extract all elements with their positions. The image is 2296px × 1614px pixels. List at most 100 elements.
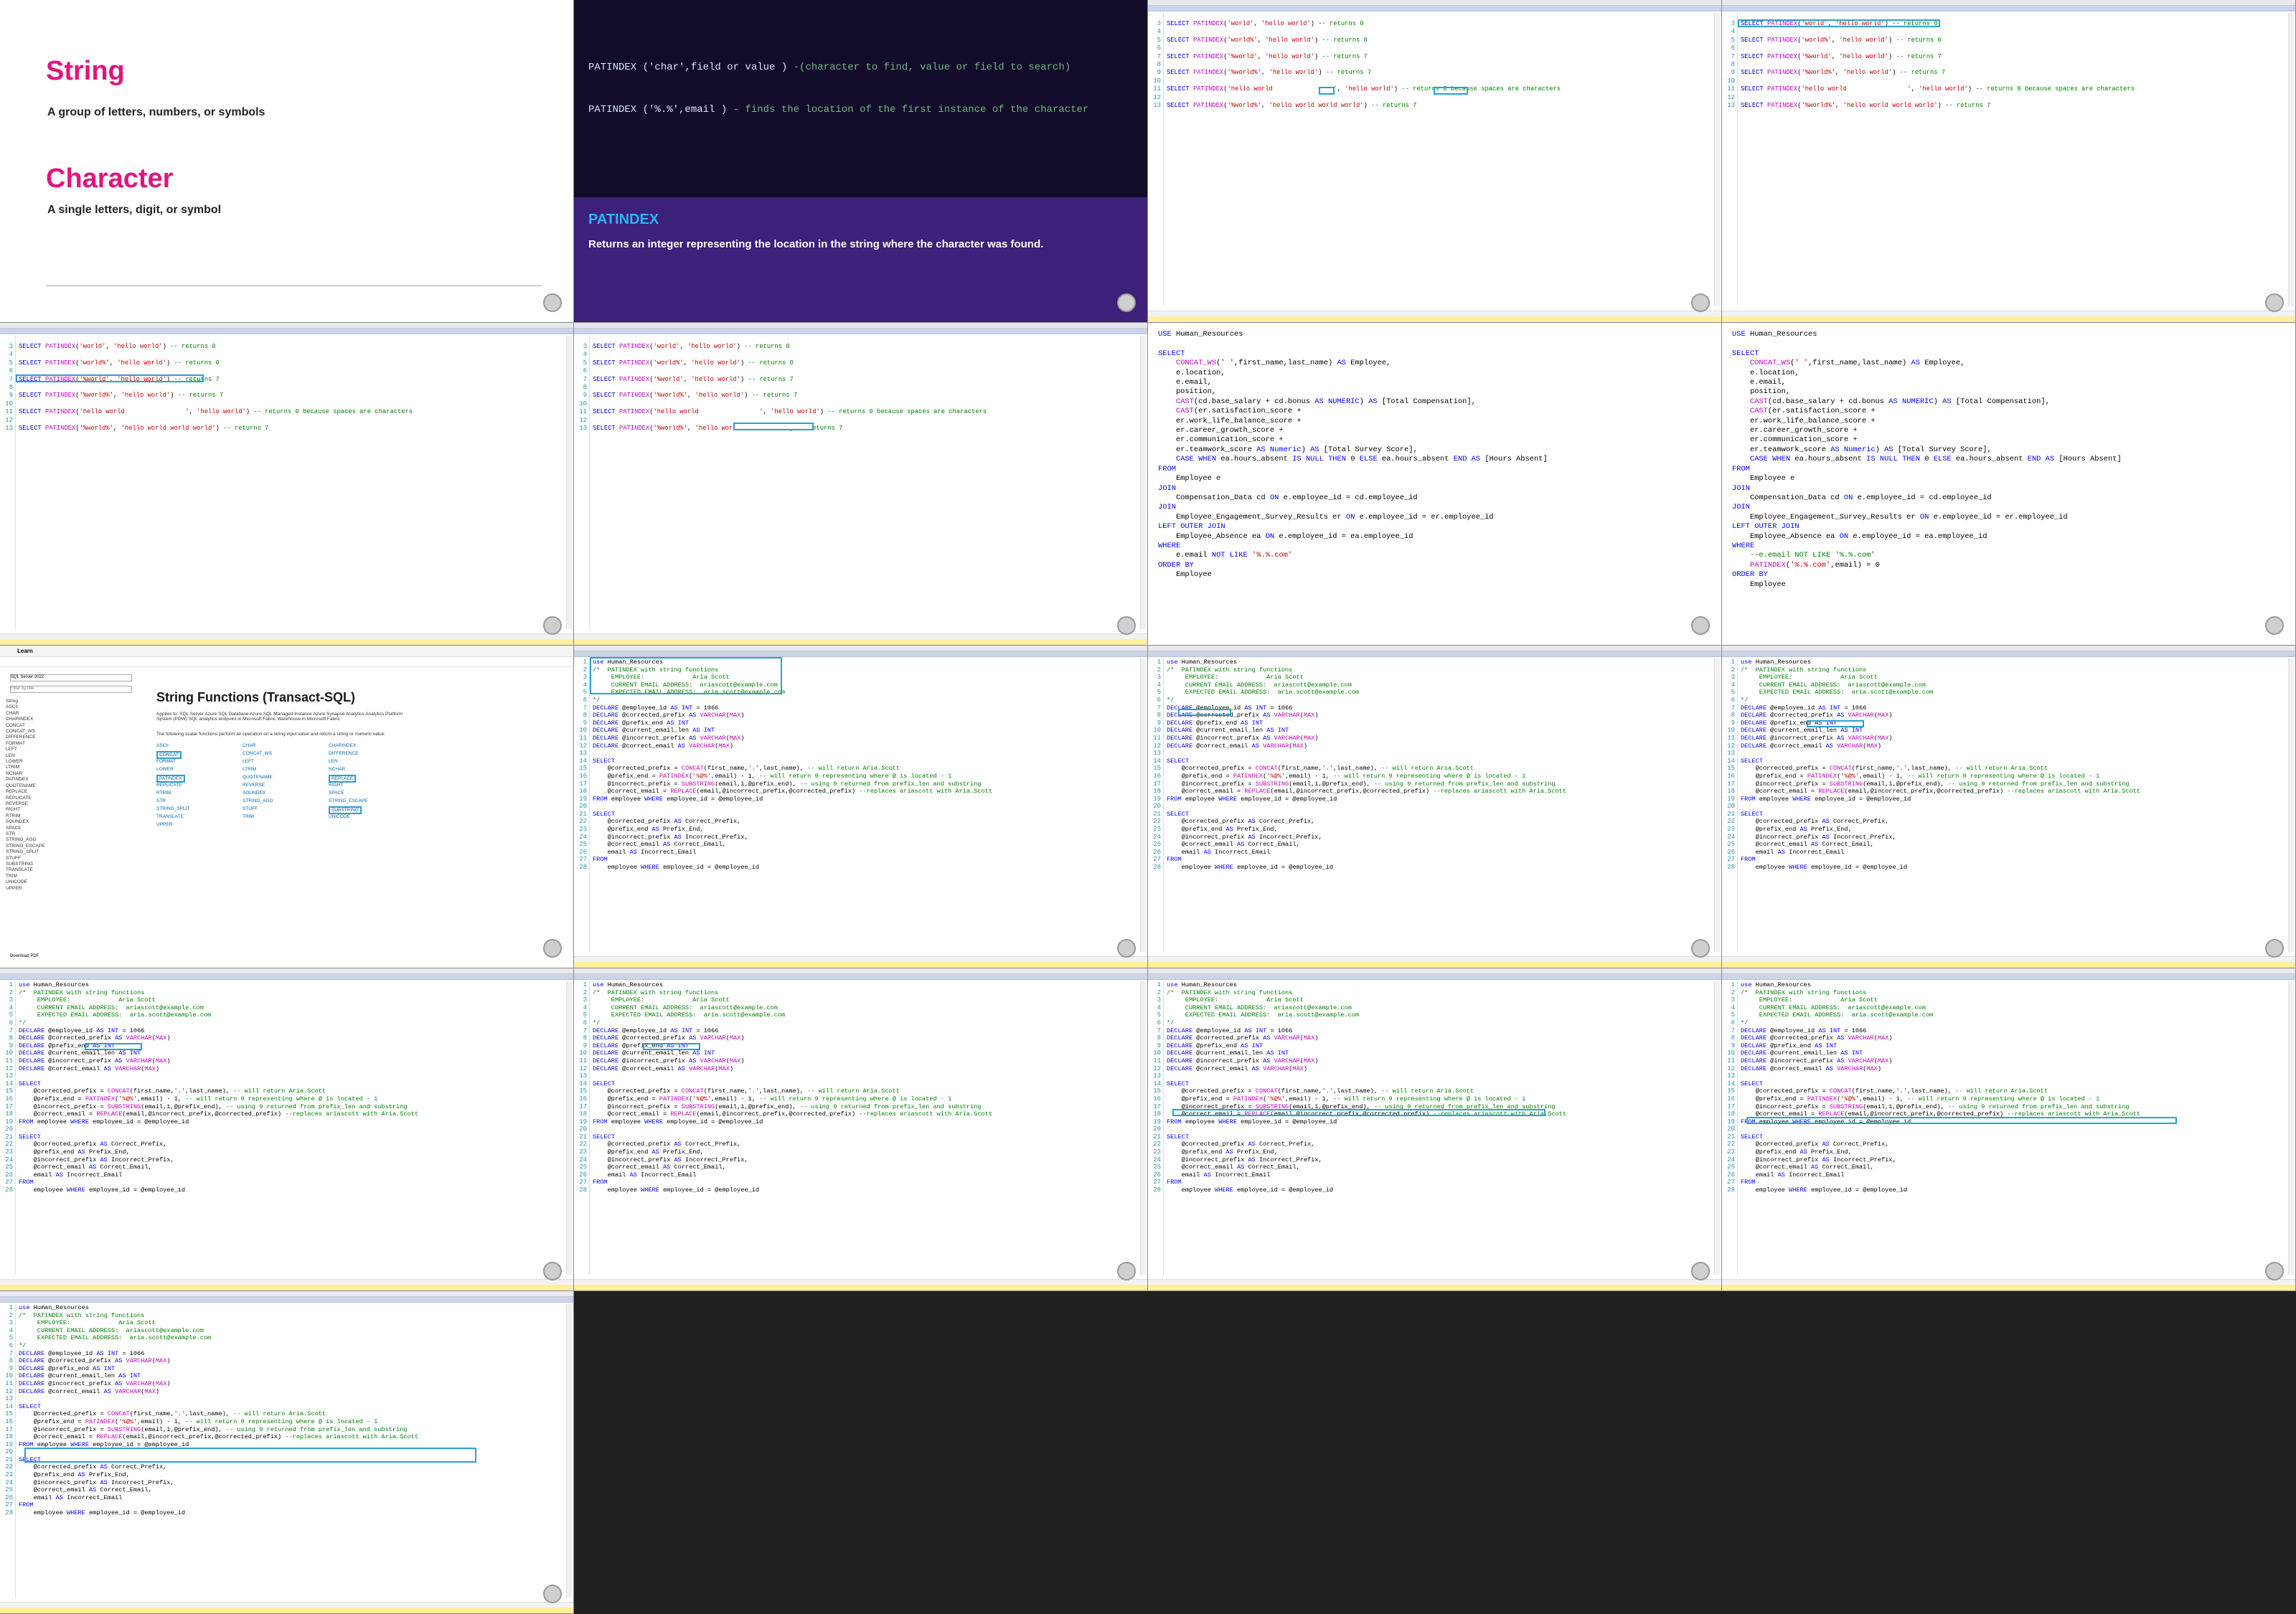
vertical-scrollbar[interactable]: [1714, 981, 1720, 1275]
code-editor[interactable]: use Human_Resources /* PATINDEX with str…: [1167, 659, 1566, 872]
line-numbers: 1 2 3 4 5 6 7 8 9 10 11 12 13 14 15 16 1…: [1727, 981, 1735, 1194]
vertical-scrollbar[interactable]: [2288, 13, 2294, 306]
hr-query[interactable]: USE Human_Resources SELECT CONCAT_WS(' '…: [1158, 330, 1548, 580]
line-numbers: 1 2 3 4 5 6 7 8 9 10 11 12 13 14 15 16 1…: [1727, 659, 1735, 872]
function-link[interactable]: CONCAT: [156, 751, 182, 759]
vertical-scrollbar[interactable]: [1140, 336, 1146, 629]
line-numbers: 3 4 5 6 7 8 9 10 11 12 13: [1727, 20, 1735, 110]
function-link[interactable]: ASCII: [156, 743, 169, 748]
code-editor[interactable]: SELECT PATINDEX('world', 'hello world') …: [1167, 20, 1561, 110]
filter-input[interactable]: Filter by title: [10, 686, 132, 693]
query-tab[interactable]: [0, 1297, 573, 1303]
function-link[interactable]: UNICODE: [329, 814, 350, 819]
code-editor[interactable]: use Human_Resources /* PATINDEX with str…: [19, 981, 418, 1194]
query-tab[interactable]: [1148, 6, 1721, 11]
ssms-fix-email-script: 1 2 3 4 5 6 7 8 9 10 11 12 13 14 15 16 1…: [0, 1291, 574, 1614]
function-link[interactable]: STUFF: [243, 806, 258, 811]
query-tab[interactable]: [0, 329, 573, 334]
highlight-box: [590, 657, 782, 694]
highlight-box: [1172, 1109, 1545, 1116]
code-editor[interactable]: use Human_Resources /* PATINDEX with str…: [1741, 981, 2140, 1194]
ssms-title-bar: [1148, 0, 1721, 6]
query-tab[interactable]: [574, 974, 1147, 980]
vertical-scrollbar[interactable]: [1714, 13, 1720, 306]
vertical-scrollbar[interactable]: [2288, 659, 2294, 952]
function-link[interactable]: RTRIM: [156, 791, 171, 796]
results-bar: [1148, 311, 1721, 316]
query-tab[interactable]: [1722, 974, 2295, 980]
function-link[interactable]: QUOTENAME: [243, 775, 273, 780]
function-link[interactable]: LTRIM: [243, 767, 256, 772]
status-bar: [574, 962, 1147, 968]
code-editor[interactable]: SELECT PATINDEX('world', 'hello world') …: [19, 343, 413, 433]
version-select[interactable]: SQL Server 2022: [10, 674, 132, 681]
docs-nav: [0, 657, 573, 667]
line-numbers: 3 4 5 6 7 8 9 10 11 12 13: [5, 343, 13, 433]
function-link[interactable]: STRING_ESCAPE: [329, 798, 368, 803]
function-link[interactable]: REPLACE: [329, 775, 357, 783]
applies-to: Applies to: SQL Server Azure SQL Databas…: [156, 712, 403, 722]
code-editor[interactable]: SELECT PATINDEX('world', 'hello world') …: [1741, 20, 2135, 110]
results-bar: [574, 956, 1147, 962]
function-link[interactable]: SUBSTRING: [329, 806, 362, 814]
vertical-scrollbar[interactable]: [2288, 981, 2294, 1275]
function-link[interactable]: CHARINDEX: [329, 743, 356, 748]
function-link[interactable]: LEFT: [243, 759, 254, 764]
query-tab[interactable]: [1722, 651, 2295, 657]
function-link[interactable]: CHAR: [243, 743, 255, 748]
line-numbers: 1 2 3 4 5 6 7 8 9 10 11 12 13 14 15 16 1…: [5, 1304, 13, 1517]
code-editor[interactable]: use Human_Resources /* PATINDEX with str…: [593, 981, 992, 1194]
code-editor[interactable]: use Human_Resources /* PATINDEX with str…: [19, 1304, 418, 1517]
highlight-box: [24, 1448, 476, 1463]
function-link[interactable]: CONCAT_WS: [243, 751, 272, 756]
hr-query[interactable]: USE Human_Resources SELECT CONCAT_WS(' '…: [1732, 330, 2122, 590]
function-link[interactable]: STR: [156, 798, 166, 803]
function-link[interactable]: RIGHT: [329, 783, 343, 788]
vertical-scrollbar[interactable]: [1714, 659, 1720, 952]
ssms-title-bar: [574, 968, 1147, 974]
highlight-box: [1807, 720, 1864, 727]
camera-icon: [2265, 939, 2284, 958]
function-link[interactable]: UPPER: [156, 822, 172, 827]
function-link[interactable]: SOUNDEX: [243, 791, 265, 796]
vertical-scrollbar[interactable]: [566, 1304, 572, 1598]
query-tab[interactable]: [574, 651, 1147, 657]
status-bar: [0, 1285, 573, 1290]
vertical-scrollbar[interactable]: [566, 981, 572, 1275]
results-bar: [0, 1602, 573, 1608]
function-link[interactable]: LEN: [329, 759, 338, 764]
query-tab[interactable]: [1722, 6, 2295, 11]
code-editor[interactable]: SELECT PATINDEX('world', 'hello world') …: [593, 343, 987, 433]
function-link[interactable]: DIFFERENCE: [329, 751, 359, 756]
code-editor[interactable]: use Human_Resources /* PATINDEX with str…: [1167, 981, 1566, 1194]
ssms-title-bar: [574, 323, 1147, 329]
ssms-title-bar: [1722, 0, 2295, 6]
patindex-definition: Returns an integer representing the loca…: [588, 238, 1044, 250]
function-link[interactable]: STRING_SPLIT: [156, 806, 189, 811]
function-link[interactable]: STRING_AGG: [243, 798, 273, 803]
download-pdf[interactable]: Download PDF: [10, 954, 39, 958]
ssms-patindex-examples: 3 4 5 6 7 8 9 10 11 12 13 SELECT PATINDEX…: [0, 323, 574, 646]
query-tab[interactable]: [1148, 974, 1721, 980]
function-link[interactable]: NCHAR: [329, 767, 345, 772]
query-tab[interactable]: [574, 329, 1147, 334]
function-link[interactable]: SPACE: [329, 791, 344, 796]
query-tab[interactable]: [0, 974, 573, 980]
vertical-scrollbar[interactable]: [566, 336, 572, 629]
status-bar: [1148, 1285, 1721, 1290]
function-link[interactable]: TRIM: [243, 814, 254, 819]
function-link[interactable]: PATINDEX: [156, 775, 185, 783]
highlight-box: [1178, 709, 1231, 716]
function-link[interactable]: LOWER: [156, 767, 174, 772]
query-tab[interactable]: [1148, 651, 1721, 657]
function-link[interactable]: FORMAT: [156, 759, 176, 764]
query-editor: USE Human_Resources SELECT CONCAT_WS(' '…: [1148, 323, 1722, 646]
camera-icon: [2265, 293, 2284, 312]
results-bar: [574, 1279, 1147, 1285]
vertical-scrollbar[interactable]: [1140, 981, 1146, 1275]
function-link[interactable]: TRANSLATE: [156, 814, 184, 819]
function-link[interactable]: REPLICATE: [156, 783, 182, 788]
function-link[interactable]: REVERSE: [243, 783, 265, 788]
vertical-scrollbar[interactable]: [1140, 659, 1146, 952]
code-editor[interactable]: use Human_Resources /* PATINDEX with str…: [1741, 659, 2140, 872]
